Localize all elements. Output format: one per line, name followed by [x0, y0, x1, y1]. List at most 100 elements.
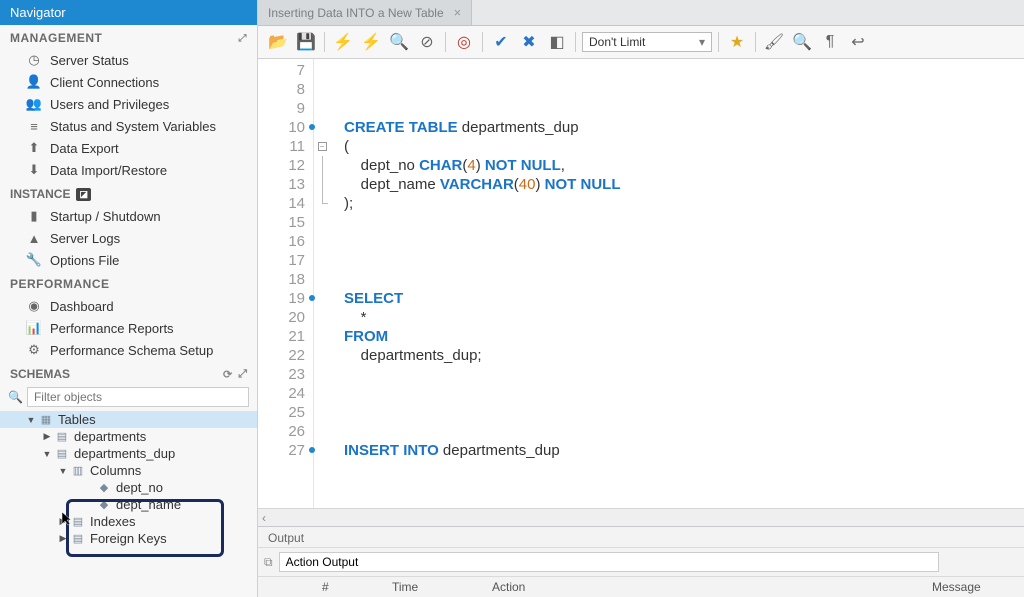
tab-bar: Inserting Data INTO a New Table ×: [258, 0, 1024, 26]
nav-server-logs[interactable]: ▲ Server Logs: [0, 227, 257, 249]
columns-icon: ▥: [70, 464, 86, 478]
status-icon: ◷: [26, 52, 42, 68]
export-icon: ⬆: [26, 140, 42, 156]
sql-editor[interactable]: 789101112131415161718192021222324252627 …: [258, 59, 1024, 508]
nav-client-connections[interactable]: 👤Client Connections: [0, 71, 257, 93]
nav-label: Options File: [50, 253, 119, 268]
toggle-button[interactable]: ◧: [545, 30, 569, 54]
tree-dept-no[interactable]: ◆dept_no: [0, 479, 257, 496]
table-icon: ▤: [54, 447, 70, 461]
nav-label: Performance Schema Setup: [50, 343, 213, 358]
beautify-button[interactable]: 🖌: [762, 30, 786, 54]
stop-button[interactable]: ⊘: [415, 30, 439, 54]
nav-label: Dashboard: [50, 299, 114, 314]
col-time: Time: [392, 580, 452, 594]
execute-button[interactable]: ⚡: [331, 30, 355, 54]
expand-icon[interactable]: ⤢: [239, 33, 248, 44]
nav-label: Data Export: [50, 141, 119, 156]
commit-button[interactable]: ◎: [452, 30, 476, 54]
tree-label: Foreign Keys: [90, 531, 167, 546]
schemas-label: SCHEMAS: [10, 367, 70, 381]
nav-server-status[interactable]: ◷ Server Status: [0, 49, 257, 71]
explain-button[interactable]: 🔍: [387, 30, 411, 54]
instance-badge-icon: ◪: [76, 188, 91, 201]
horizontal-scrollbar[interactable]: ‹: [258, 508, 1024, 526]
nav-perf-schema[interactable]: ⚙Performance Schema Setup: [0, 339, 257, 361]
nav-status-vars[interactable]: ≡Status and System Variables: [0, 115, 257, 137]
navigator-title: Navigator: [0, 0, 257, 25]
accept-button[interactable]: ✔: [489, 30, 513, 54]
col-message: Message: [932, 580, 1016, 594]
tree-label: Indexes: [90, 514, 136, 529]
favorite-button[interactable]: ★: [725, 30, 749, 54]
editor-toolbar: 📂 💾 ⚡ ⚡ 🔍 ⊘ ◎ ✔ ✖ ◧ Don't Limit▾ ★ 🖌 🔍 ¶…: [258, 26, 1024, 59]
refresh-icon[interactable]: ⟳: [223, 368, 232, 381]
find-button[interactable]: 🔍: [790, 30, 814, 54]
tree-label: dept_name: [116, 497, 181, 512]
column-icon: ◆: [96, 498, 112, 512]
nav-perf-reports[interactable]: 📊Performance Reports: [0, 317, 257, 339]
table-icon: ▤: [54, 430, 70, 444]
search-icon: 🔍: [8, 390, 23, 404]
schema-filter-input[interactable]: [27, 387, 249, 407]
fk-icon: ▤: [70, 532, 86, 546]
wrap-button[interactable]: ↩: [846, 30, 870, 54]
tree-label: departments_dup: [74, 446, 175, 461]
performance-header: PERFORMANCE: [0, 271, 257, 295]
tree-departments[interactable]: ▶▤departments: [0, 428, 257, 445]
schema-search-row: 🔍: [0, 385, 257, 411]
cursor-icon: [60, 510, 76, 526]
nav-dashboard[interactable]: ◉Dashboard: [0, 295, 257, 317]
tree-tables[interactable]: ▼▦Tables: [0, 411, 257, 428]
nav-label: Startup / Shutdown: [50, 209, 161, 224]
col-hash: #: [322, 580, 352, 594]
nav-label: Status and System Variables: [50, 119, 216, 134]
tree-label: departments: [74, 429, 146, 444]
nav-options-file[interactable]: 🔧 Options File: [0, 249, 257, 271]
invisibles-button[interactable]: ¶: [818, 30, 842, 54]
options-icon: 🔧: [26, 252, 42, 268]
nav-label: Server Logs: [50, 231, 120, 246]
tree-label: Columns: [90, 463, 141, 478]
tree-label: dept_no: [116, 480, 163, 495]
tree-indexes[interactable]: ▶▤Indexes: [0, 513, 257, 530]
line-gutter: 789101112131415161718192021222324252627: [258, 59, 314, 508]
startup-icon: ▮: [26, 208, 42, 224]
nav-label: Server Status: [50, 53, 129, 68]
nav-label: Client Connections: [50, 75, 159, 90]
tab-sql[interactable]: Inserting Data INTO a New Table ×: [258, 0, 472, 25]
output-bar: ⧉ Action Output: [258, 548, 1024, 577]
performance-label: PERFORMANCE: [10, 277, 110, 291]
logs-icon: ▲: [26, 230, 42, 246]
instance-header: INSTANCE ◪: [0, 181, 257, 205]
tree-foreign-keys[interactable]: ▶▤Foreign Keys: [0, 530, 257, 547]
collapse-icon[interactable]: ⤢: [238, 368, 247, 381]
tree-departments-dup[interactable]: ▼▤departments_dup: [0, 445, 257, 462]
output-copy-icon[interactable]: ⧉: [264, 555, 273, 570]
output-title: Output: [258, 527, 1024, 548]
open-file-button[interactable]: 📂: [266, 30, 290, 54]
nav-startup-shutdown[interactable]: ▮ Startup / Shutdown: [0, 205, 257, 227]
code-area[interactable]: CREATE TABLE departments_dup( dept_no CH…: [330, 59, 1024, 508]
schemas-header: SCHEMAS ⟳ ⤢: [0, 361, 257, 385]
cancel-button[interactable]: ✖: [517, 30, 541, 54]
tree-label: Tables: [58, 412, 96, 427]
close-icon[interactable]: ×: [454, 5, 462, 20]
limit-select[interactable]: Don't Limit▾: [582, 32, 712, 52]
navigator-panel: Navigator MANAGEMENT ⤢ ◷ Server Status 👤C…: [0, 0, 258, 597]
save-button[interactable]: 💾: [294, 30, 318, 54]
tree-dept-name[interactable]: ◆ dept_name: [0, 496, 257, 513]
users-icon: 👥: [26, 96, 42, 112]
output-type-select[interactable]: Action Output: [279, 552, 939, 572]
tree-columns[interactable]: ▼▥Columns: [0, 462, 257, 479]
main-area: Inserting Data INTO a New Table × 📂 💾 ⚡ …: [258, 0, 1024, 597]
nav-users-privileges[interactable]: 👥Users and Privileges: [0, 93, 257, 115]
nav-data-import[interactable]: ⬇Data Import/Restore: [0, 159, 257, 181]
management-header: MANAGEMENT ⤢: [0, 25, 257, 49]
output-panel: Output ⧉ Action Output # Time Action Mes…: [258, 526, 1024, 597]
execute-current-button[interactable]: ⚡: [359, 30, 383, 54]
nav-label: Data Import/Restore: [50, 163, 167, 178]
reports-icon: 📊: [26, 320, 42, 336]
nav-data-export[interactable]: ⬆ Data Export: [0, 137, 257, 159]
col-action: Action: [492, 580, 892, 594]
